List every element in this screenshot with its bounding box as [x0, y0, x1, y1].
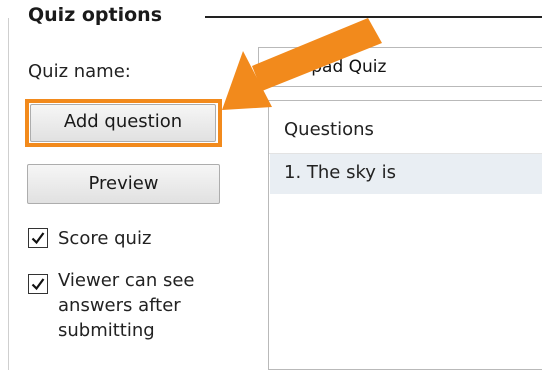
quiz-options-panel: Quiz options Quiz name: Add question Pre… [0, 0, 542, 370]
arrow-icon [222, 18, 382, 110]
